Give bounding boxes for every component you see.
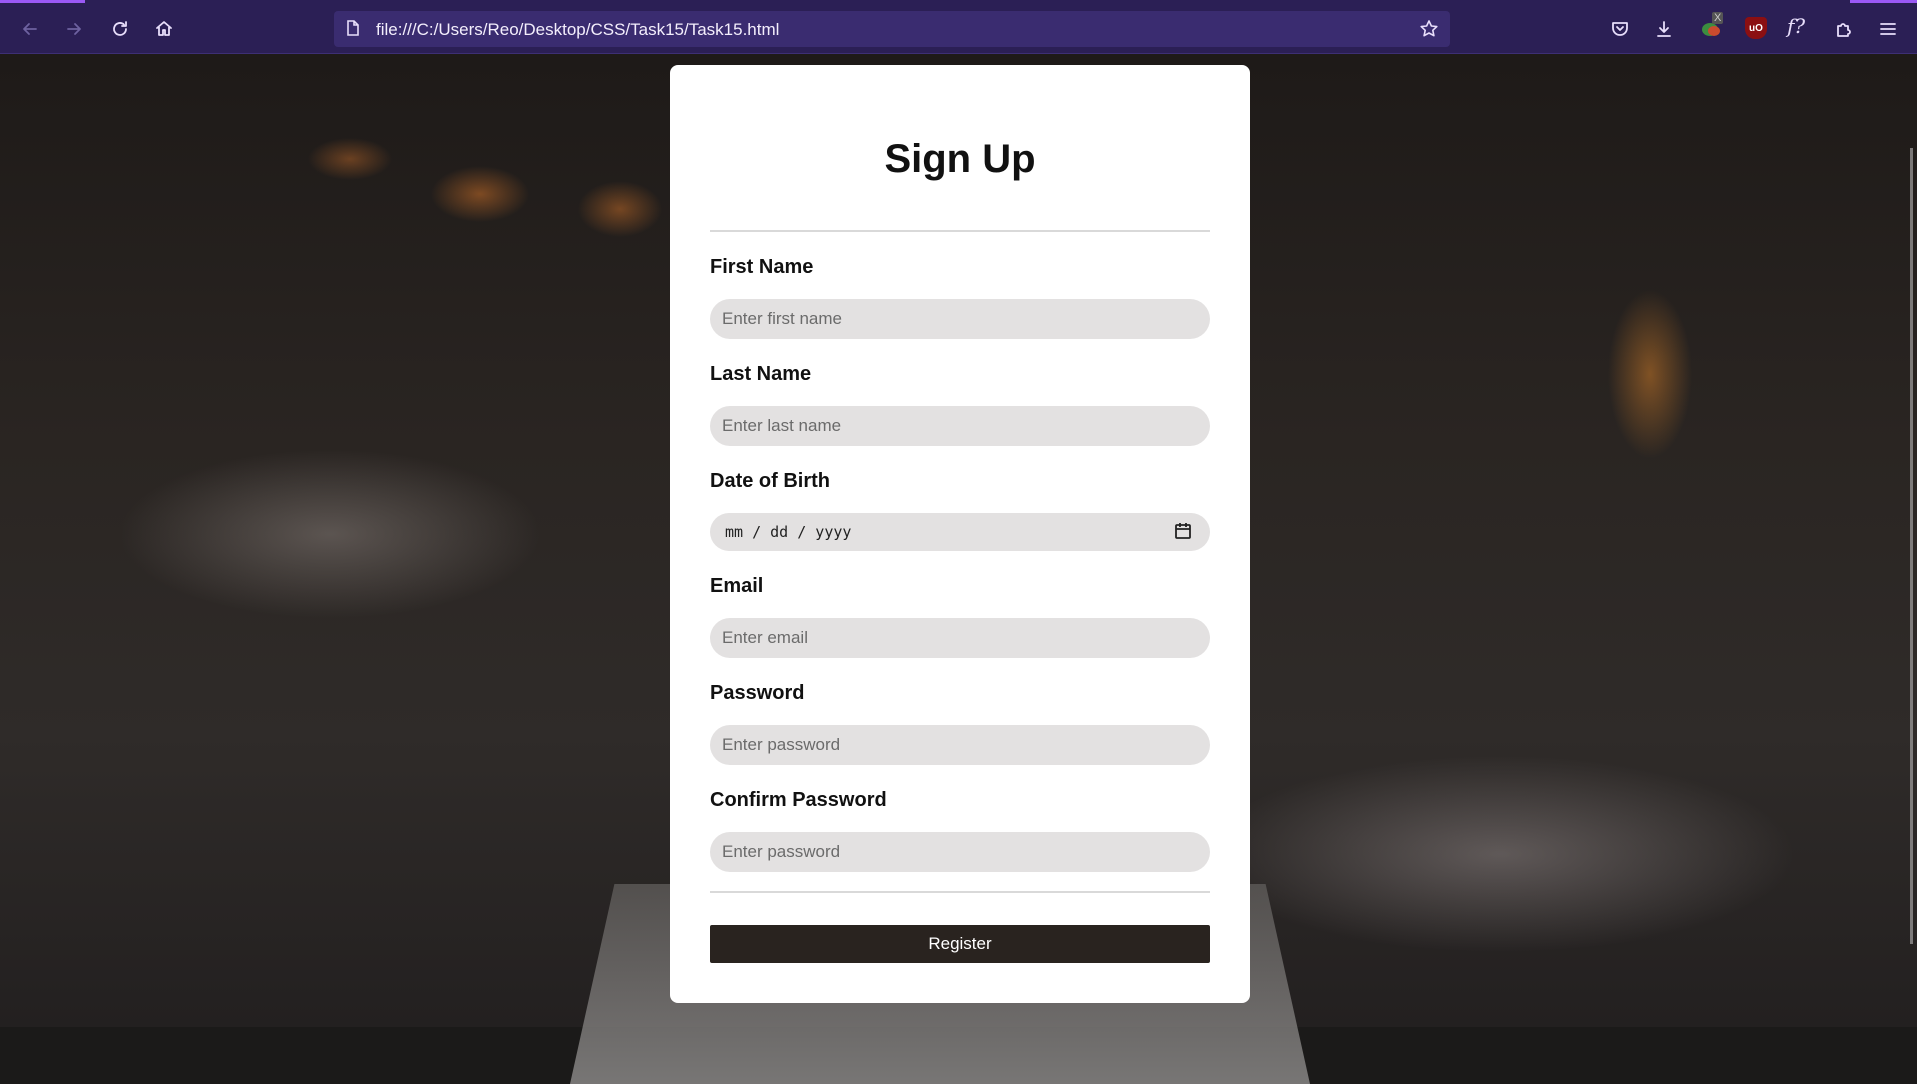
divider-bottom bbox=[710, 891, 1210, 893]
extensions-puzzle-icon bbox=[1837, 23, 1851, 37]
tab-accent-bar bbox=[0, 0, 85, 3]
register-button[interactable]: Register bbox=[710, 925, 1210, 963]
email-label: Email bbox=[710, 575, 764, 597]
calendar-icon[interactable] bbox=[1174, 522, 1194, 542]
download-icon bbox=[1657, 21, 1671, 37]
reload-button[interactable] bbox=[103, 12, 137, 46]
dob-placeholder: mm / dd / yyyy bbox=[725, 523, 852, 541]
multi-account-extension-icon[interactable]: X bbox=[1700, 12, 1724, 40]
divider-top bbox=[710, 230, 1210, 232]
password-label: Password bbox=[710, 682, 805, 704]
url-bar[interactable]: file:///C:/Users/Reo/Desktop/CSS/Task15/… bbox=[334, 11, 1450, 47]
downloads-button[interactable] bbox=[1647, 12, 1681, 46]
font-finder-icon[interactable]: f? bbox=[1787, 14, 1805, 38]
first-name-input[interactable] bbox=[710, 299, 1210, 339]
reload-icon bbox=[113, 21, 127, 36]
browser-toolbar: file:///C:/Users/Reo/Desktop/CSS/Task15/… bbox=[0, 0, 1917, 54]
page-icon bbox=[344, 19, 364, 39]
confirm-password-label: Confirm Password bbox=[710, 789, 887, 811]
font-finder-label: f? bbox=[1787, 14, 1806, 38]
password-input[interactable] bbox=[710, 725, 1210, 765]
forward-button[interactable] bbox=[57, 12, 91, 46]
extension-badge: X bbox=[1712, 12, 1724, 24]
extensions-button[interactable] bbox=[1827, 12, 1861, 46]
url-text[interactable]: file:///C:/Users/Reo/Desktop/CSS/Task15/… bbox=[376, 20, 779, 40]
home-button[interactable] bbox=[147, 12, 181, 46]
scrollbar[interactable] bbox=[1910, 148, 1913, 944]
ublock-label: uO bbox=[1749, 22, 1763, 34]
dob-input[interactable]: mm / dd / yyyy bbox=[710, 513, 1210, 551]
email-input[interactable] bbox=[710, 618, 1210, 658]
confirm-password-input[interactable] bbox=[710, 832, 1210, 872]
ublock-icon[interactable]: uO bbox=[1745, 17, 1767, 39]
app-menu-button[interactable] bbox=[1871, 12, 1905, 46]
last-name-label: Last Name bbox=[710, 363, 812, 385]
home-icon bbox=[156, 21, 172, 36]
first-name-label: First Name bbox=[710, 256, 814, 278]
back-button[interactable] bbox=[13, 12, 47, 46]
pocket-icon bbox=[1612, 22, 1628, 36]
pocket-button[interactable] bbox=[1603, 12, 1637, 46]
dob-label: Date of Birth bbox=[710, 470, 830, 492]
tab-accent-bar-right bbox=[1850, 0, 1917, 3]
last-name-input[interactable] bbox=[710, 406, 1210, 446]
page-title: Sign Up bbox=[884, 137, 1036, 181]
menu-hamburger-icon bbox=[1880, 23, 1896, 35]
bookmark-star-icon[interactable] bbox=[1416, 16, 1442, 42]
signup-card: Sign Up First Name Last Name Date of Bir… bbox=[670, 65, 1250, 1003]
back-arrow-icon bbox=[23, 23, 37, 35]
forward-arrow-icon bbox=[67, 23, 81, 35]
